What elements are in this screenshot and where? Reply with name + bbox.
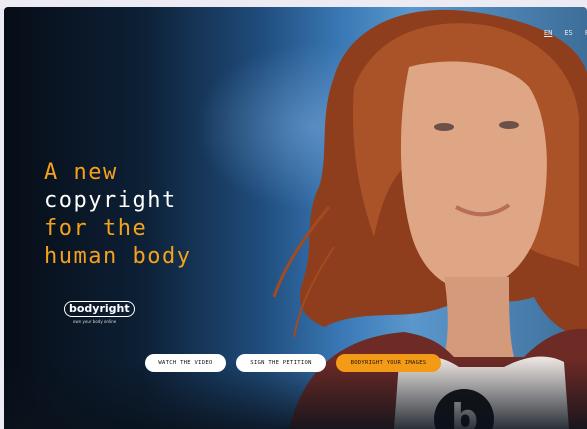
language-option-es[interactable]: ES (564, 29, 572, 37)
cta-buttons: WATCH THE VIDEO SIGN THE PETITION BODYRI… (145, 354, 441, 372)
headline-line-3: for the (44, 216, 148, 241)
sign-petition-button[interactable]: SIGN THE PETITION (236, 354, 326, 372)
watch-video-button[interactable]: WATCH THE VIDEO (145, 354, 226, 372)
hero-headline: A new copyright for the human body (44, 159, 191, 271)
hero-section: b EN ES F A new copyright for the human … (4, 7, 587, 429)
headline-line-1: A new (44, 160, 118, 185)
bodyright-logo[interactable]: bodyright own your body online (64, 297, 135, 324)
headline-line-2: copyright (44, 188, 177, 213)
logo-wordmark: bodyright (64, 301, 135, 317)
language-switcher: EN ES F (544, 29, 587, 37)
logo-tagline: own your body online (73, 319, 117, 324)
bodyright-images-button[interactable]: BODYRIGHT YOUR IMAGES (336, 354, 441, 372)
language-option-en[interactable]: EN (544, 29, 552, 37)
headline-line-4: human body (44, 244, 192, 269)
